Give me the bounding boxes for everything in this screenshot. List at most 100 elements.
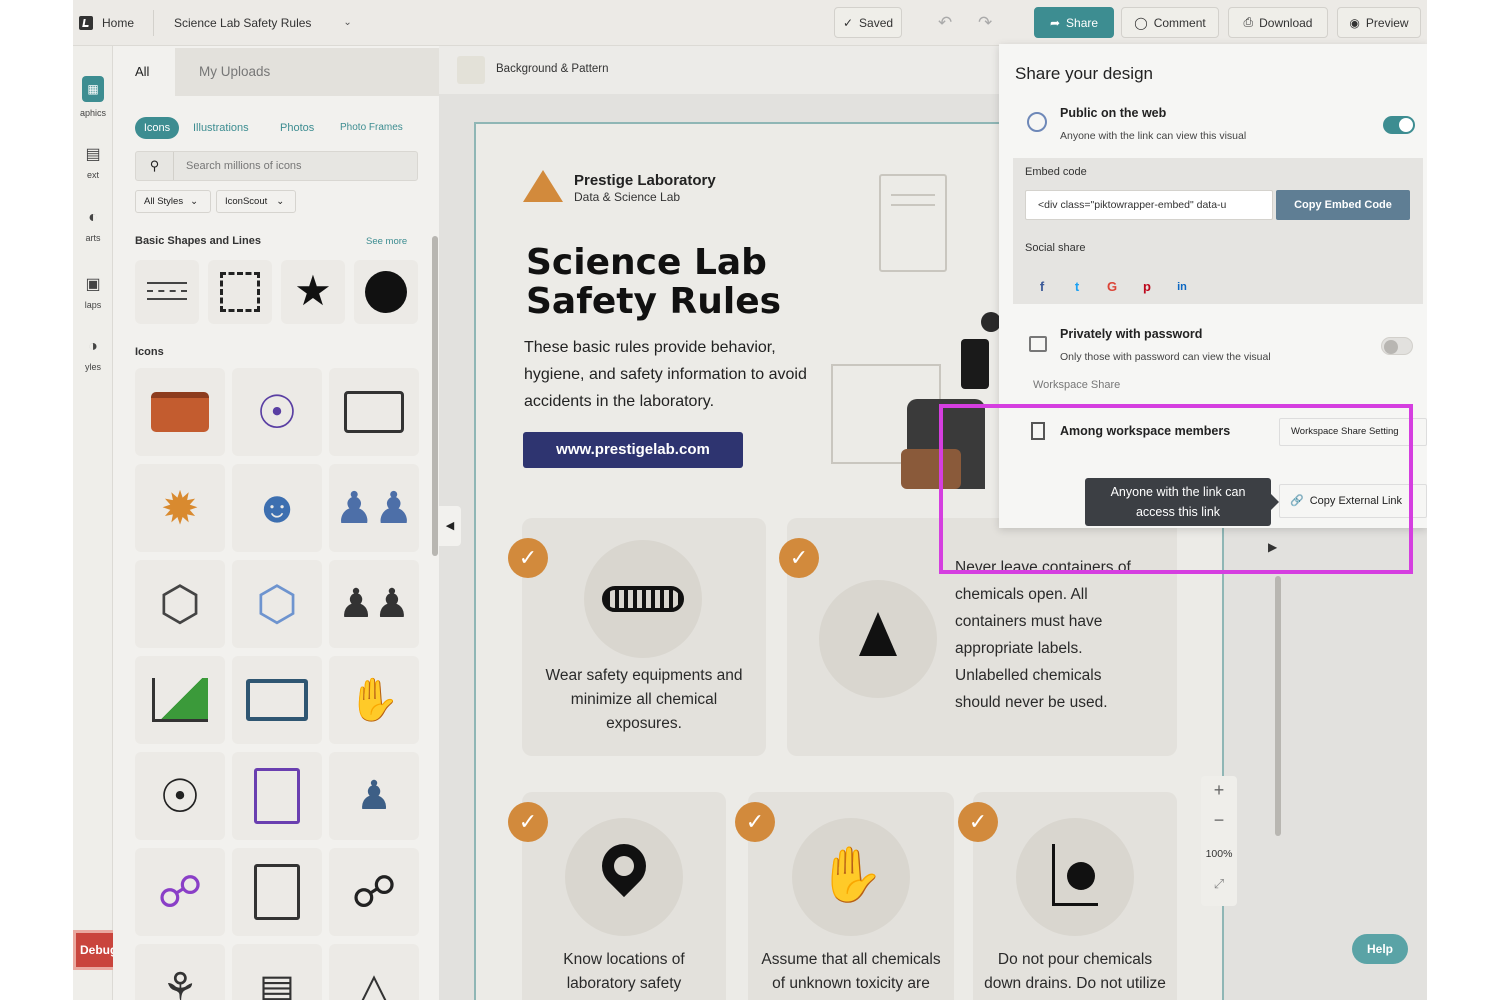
icon-tile[interactable] <box>232 752 322 840</box>
saved-button[interactable]: ✓ Saved <box>834 7 902 38</box>
bg-swatch[interactable] <box>457 56 485 84</box>
public-toggle[interactable] <box>1383 116 1415 134</box>
hand-washing-icon: ✋ <box>817 845 885 905</box>
pin-circle <box>565 818 683 936</box>
text-icon: ▤ <box>85 146 101 163</box>
top-toolbar: Home Science Lab Safety Rules ⌄ ✓ Saved … <box>73 0 1427 46</box>
google-icon[interactable]: G <box>1098 273 1126 301</box>
check-badge-icon: ✓ <box>735 802 775 842</box>
icon-tile[interactable]: ☉ <box>135 752 225 840</box>
rule-card-1[interactable]: Wear safety equipments and minimize all … <box>522 518 766 756</box>
chip-illustrations[interactable]: Illustrations <box>193 117 249 139</box>
chip-icons[interactable]: Icons <box>135 117 179 139</box>
share-label: Share <box>1066 15 1099 30</box>
icon-tile[interactable]: ⬡ <box>135 560 225 648</box>
doc-title-menu[interactable]: Science Lab Safety Rules ⌄ <box>174 7 352 38</box>
molecule-icon: ☍ <box>157 867 203 917</box>
icon-tile[interactable]: △ <box>329 944 419 1000</box>
undo-icon[interactable]: ↶ <box>938 7 952 38</box>
rail-item-styles[interactable]: ◑ yles <box>73 338 113 372</box>
comment-icon: ◯ <box>1134 15 1148 30</box>
comment-button[interactable]: ◯ Comment <box>1121 7 1219 38</box>
see-more-link[interactable]: See more <box>366 236 407 247</box>
rail-label: laps <box>84 300 102 310</box>
beaker-icon <box>859 612 897 656</box>
shape-lines-tile[interactable] <box>135 260 199 324</box>
canvas-scrollbar[interactable] <box>1275 576 1281 836</box>
panel-scrollbar[interactable] <box>432 236 438 556</box>
facebook-icon[interactable]: f <box>1028 273 1056 301</box>
search-icon: ⚲ <box>136 152 174 180</box>
hand-money-icon: ✋ <box>347 675 401 723</box>
expand-icon[interactable]: ⤢ <box>1201 876 1237 892</box>
icon-tile[interactable]: ⬡ <box>232 560 322 648</box>
icon-tile[interactable]: ☍ <box>329 848 419 936</box>
icon-tile[interactable]: ♟♟ <box>329 464 419 552</box>
icons-heading: Icons <box>135 346 164 358</box>
tab-all[interactable]: All <box>113 48 175 96</box>
rule-card-3[interactable]: Know locations of laboratory safety show… <box>522 792 726 1000</box>
icon-tile[interactable]: ✹ <box>135 464 225 552</box>
business-ideas-icon: ☻ <box>253 483 301 532</box>
chip-photos[interactable]: Photos <box>280 117 314 139</box>
copy-embed-button[interactable]: Copy Embed Code <box>1276 190 1410 220</box>
icon-tile[interactable]: ☍ <box>135 848 225 936</box>
download-button[interactable]: ⎙ Download <box>1228 7 1328 38</box>
share-button[interactable]: ➦ Share <box>1034 7 1114 38</box>
org-name: Prestige Laboratory <box>574 172 716 189</box>
download-label: Download <box>1259 15 1313 30</box>
rule-card-5[interactable]: Do not pour chemicals down drains. Do no… <box>973 792 1177 1000</box>
icon-tile[interactable]: ☉ <box>232 368 322 456</box>
twitter-icon[interactable]: t <box>1063 273 1091 301</box>
help-button[interactable]: Help <box>1352 934 1408 964</box>
poster-url-button[interactable]: www.prestigelab.com <box>523 432 743 468</box>
linkedin-icon[interactable]: in <box>1168 273 1196 301</box>
icon-tile[interactable] <box>329 368 419 456</box>
rail-item-graphics[interactable]: ▦ aphics <box>73 76 113 118</box>
rail-item-charts[interactable]: ◐ arts <box>73 209 113 243</box>
redo-icon[interactable]: ↷ <box>978 7 992 38</box>
chip-photo-frames[interactable]: Photo Frames <box>340 117 403 139</box>
icon-tile[interactable]: ⚘ <box>135 944 225 1000</box>
home-button[interactable]: Home <box>79 7 134 38</box>
flask-stand-circle <box>1016 818 1134 936</box>
search-bar[interactable]: ⚲ Search millions of icons <box>135 151 418 181</box>
embed-code-input[interactable]: <div class="piktowrapper-embed" data-u <box>1025 190 1273 220</box>
icon-tile[interactable]: ✋ <box>329 656 419 744</box>
icon-tile[interactable]: ♟♟ <box>329 560 419 648</box>
shape-star-tile[interactable]: ★ <box>281 260 345 324</box>
filter-iconscout[interactable]: IconScout ⌄ <box>216 190 296 213</box>
icon-tile[interactable]: ▤ <box>232 944 322 1000</box>
rail-item-text[interactable]: ▤ ext <box>73 144 113 180</box>
growth-chart-icon <box>152 678 208 722</box>
icon-tile[interactable] <box>232 848 322 936</box>
tab-my-uploads[interactable]: My Uploads <box>175 48 439 96</box>
icon-tile[interactable] <box>232 656 322 744</box>
zoom-out-icon[interactable]: − <box>1201 810 1237 831</box>
rule-card-4[interactable]: ✋ Assume that all chemicals of unknown t… <box>748 792 954 1000</box>
team-network-icon: ☉ <box>256 386 298 438</box>
people-growth-icon: ♟♟ <box>338 582 410 626</box>
filter-all-styles[interactable]: All Styles ⌄ <box>135 190 211 213</box>
zoom-in-icon[interactable]: + <box>1201 780 1237 801</box>
bg-pattern-toolbar[interactable]: Background & Pattern <box>439 46 999 94</box>
rail-item-maps[interactable]: ▣ laps <box>73 274 113 310</box>
icon-tile[interactable] <box>135 368 225 456</box>
icon-tile[interactable] <box>135 656 225 744</box>
rail-label: yles <box>84 362 101 372</box>
private-toggle[interactable] <box>1381 337 1413 355</box>
icon-tile[interactable]: ☻ <box>232 464 322 552</box>
preview-button[interactable]: ◉ Preview <box>1337 7 1421 38</box>
shape-dashed-square-tile[interactable] <box>208 260 272 324</box>
report-chart-icon <box>254 768 300 824</box>
shape-circle-tile[interactable] <box>354 260 418 324</box>
comment-label: Comment <box>1153 15 1206 30</box>
home-logo-icon <box>79 15 93 30</box>
icon-tile[interactable]: ♟ <box>329 752 419 840</box>
pinterest-icon[interactable]: p <box>1133 273 1161 301</box>
briefcase-outline-icon <box>344 391 404 433</box>
collapse-panel-icon[interactable]: ◀ <box>439 506 461 546</box>
check-badge-icon: ✓ <box>508 802 548 842</box>
search-input[interactable]: Search millions of icons <box>186 152 302 180</box>
triangle-network-icon: △ <box>358 966 390 1000</box>
